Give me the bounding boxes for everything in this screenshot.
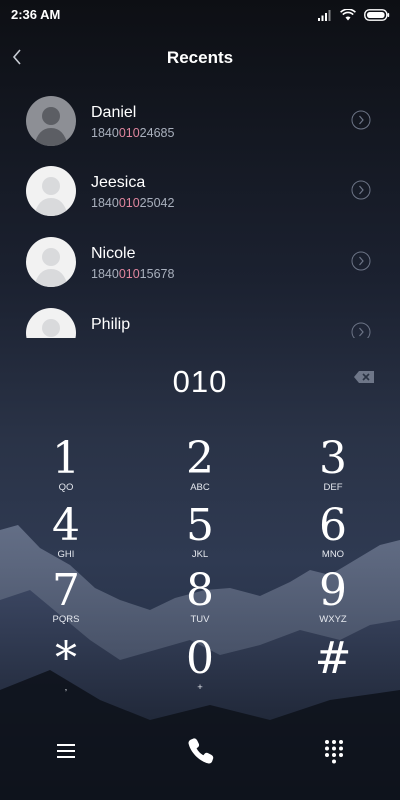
key-letters: MNO <box>321 549 345 560</box>
key-digit: 5 <box>186 500 214 551</box>
avatar <box>26 166 76 216</box>
detail-chevron-icon[interactable] <box>351 251 371 271</box>
key-2[interactable]: 2 ABC <box>145 436 255 500</box>
detail-chevron-icon[interactable] <box>351 180 371 200</box>
key-letters: PQRS <box>52 614 80 625</box>
signal-icon <box>318 10 331 21</box>
page-title: Recents <box>166 48 234 67</box>
phone-icon[interactable] <box>186 736 216 766</box>
key-digit: 7 <box>52 565 80 616</box>
key-digit: 9 <box>319 565 347 616</box>
key-digit: 2 <box>186 433 214 484</box>
default-avatar-icon <box>26 166 76 216</box>
key-letters: TUV <box>190 614 210 625</box>
contact-row[interactable]: Philip <box>0 300 400 338</box>
backspace-icon[interactable] <box>353 370 375 384</box>
key-digit: 8 <box>186 565 214 616</box>
wifi-icon <box>340 9 356 21</box>
key-star[interactable]: *, <box>11 636 121 700</box>
key-letters: QO <box>58 482 74 493</box>
default-avatar-icon <box>26 96 76 146</box>
dial-input[interactable]: 010 <box>0 364 400 400</box>
header: Recents <box>0 36 400 78</box>
bottom-bar <box>0 720 400 780</box>
key-8[interactable]: 8 TUV <box>145 568 255 632</box>
key-digit: 4 <box>52 500 80 551</box>
key-letters: + <box>197 682 203 693</box>
contact-number: 184001024685 <box>91 126 175 140</box>
recents-list[interactable]: Daniel 184001024685 Jeesica 184001025042 <box>0 88 400 338</box>
key-7[interactable]: 7 PQRS <box>11 568 121 632</box>
key-letters: DEF <box>323 482 343 493</box>
key-letters: ABC <box>190 482 210 493</box>
key-digit: 1 <box>52 433 80 484</box>
dial-input-row: 010 <box>0 360 400 406</box>
battery-icon <box>364 9 390 21</box>
key-digit: # <box>314 633 352 684</box>
key-letters: , <box>64 682 68 693</box>
key-letters: JKL <box>191 549 209 560</box>
key-5[interactable]: 5 JKL <box>145 503 255 567</box>
contact-name: Daniel <box>91 104 137 121</box>
key-4[interactable]: 4 GHI <box>11 503 121 567</box>
contact-name: Nicole <box>91 245 136 262</box>
contact-name: Jeesica <box>91 174 146 191</box>
status-time: 2:36 AM <box>11 7 61 22</box>
key-hash[interactable]: # <box>278 636 388 700</box>
contact-row[interactable]: Nicole 184001015678 <box>0 229 400 297</box>
key-9[interactable]: 9 WXYZ <box>278 568 388 632</box>
contact-number: 184001025042 <box>91 196 175 210</box>
default-avatar-icon <box>26 237 76 287</box>
key-digit: * <box>55 633 77 684</box>
default-avatar-icon <box>26 308 76 338</box>
key-letters: GHI <box>57 549 75 560</box>
key-3[interactable]: 3 DEF <box>278 436 388 500</box>
contact-row[interactable]: Daniel 184001024685 <box>0 88 400 156</box>
detail-chevron-icon[interactable] <box>351 322 371 338</box>
key-digit: 6 <box>319 500 347 551</box>
avatar <box>26 237 76 287</box>
contact-row[interactable]: Jeesica 184001025042 <box>0 158 400 226</box>
key-letters: WXYZ <box>319 614 347 625</box>
avatar <box>26 96 76 146</box>
status-bar: 2:36 AM <box>0 0 400 30</box>
key-1[interactable]: 1 QO <box>11 436 121 500</box>
key-0[interactable]: 0 + <box>145 636 255 700</box>
contact-name: Philip <box>91 316 131 333</box>
key-digit: 0 <box>186 633 214 684</box>
avatar <box>26 308 76 338</box>
key-6[interactable]: 6 MNO <box>278 503 388 567</box>
dialpad-icon[interactable] <box>324 739 344 765</box>
status-icons <box>318 8 390 22</box>
contact-number: 184001015678 <box>91 267 175 281</box>
detail-chevron-icon[interactable] <box>351 110 371 130</box>
key-digit: 3 <box>319 433 347 484</box>
menu-icon[interactable] <box>56 742 76 760</box>
